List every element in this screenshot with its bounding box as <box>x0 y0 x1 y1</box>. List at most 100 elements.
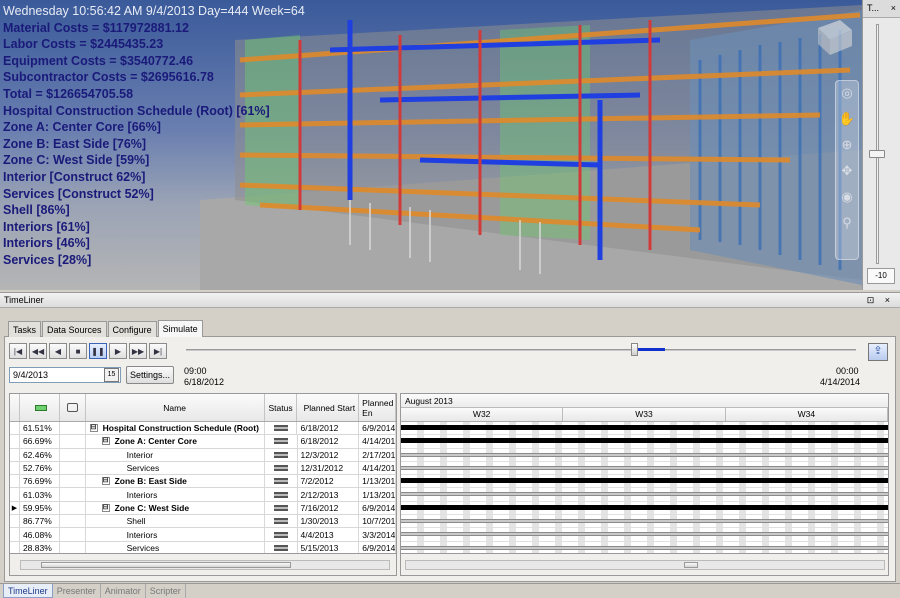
task-bar[interactable] <box>401 492 888 497</box>
comments-column-header[interactable] <box>60 394 86 421</box>
progress-cell: 66.69% <box>20 435 60 448</box>
planned-end-column-header[interactable]: Planned En <box>359 394 396 421</box>
gantt-scroll-thumb[interactable] <box>684 562 698 568</box>
task-bar[interactable] <box>401 519 888 524</box>
zoom-value-field[interactable]: -10 <box>867 268 895 284</box>
task-bar[interactable] <box>401 545 888 550</box>
timeliner-title: TimeLiner <box>4 295 44 305</box>
pan-hand-icon[interactable]: ✋ <box>836 111 858 133</box>
progress-cell: 61.03% <box>20 488 60 501</box>
window-tab-timeliner[interactable]: TimeLiner <box>3 584 53 598</box>
task-grid-scroll-track[interactable] <box>20 560 390 570</box>
calendar-icon[interactable]: 15 <box>104 368 119 382</box>
collapse-toggle-icon[interactable]: ⊟ <box>101 437 110 446</box>
zoom-slider-thumb[interactable] <box>869 150 885 158</box>
3d-viewport[interactable]: Wednesday 10:56:42 AM 9/4/2013 Day=444 W… <box>0 0 862 290</box>
table-row[interactable]: 61.03% Interiors 2/12/20131/13/2014 <box>10 488 396 502</box>
gantt-row <box>401 448 888 462</box>
stop-button[interactable]: ■ <box>69 343 87 359</box>
gantt-scroll-track[interactable] <box>405 560 885 570</box>
planned-start-cell: 4/4/2013 <box>298 528 360 541</box>
table-row[interactable]: 28.83% Services 5/15/2013 6/9/2014 <box>10 541 396 553</box>
table-row[interactable]: 52.76% Services 12/31/20124/14/2014 <box>10 461 396 476</box>
task-name: Interiors <box>126 489 158 500</box>
collapse-toggle-icon[interactable]: ⊟ <box>89 424 98 433</box>
status-cell <box>265 448 298 461</box>
task-grid-scrollbar[interactable] <box>9 554 397 576</box>
tab-simulate[interactable]: Simulate <box>157 320 203 337</box>
name-column-header[interactable]: Name <box>86 394 265 421</box>
collapse-toggle-icon[interactable]: ⊟ <box>101 477 110 486</box>
look-icon[interactable]: ◉ <box>836 189 858 211</box>
task-bar[interactable] <box>401 465 888 470</box>
export-movie-icon[interactable]: ⇪ <box>868 343 888 361</box>
step-forward-button[interactable]: ▶▶ <box>129 343 147 359</box>
bottom-window-tabs: TimeLiner Presenter Animator Scripter <box>0 583 900 598</box>
planned-end-cell: 6/9/2014 <box>359 501 396 515</box>
go-to-start-button[interactable]: |◀ <box>9 343 27 359</box>
walk-icon[interactable]: ⚲ <box>836 215 858 237</box>
status-cell <box>265 422 298 435</box>
zoom-slider-track[interactable] <box>876 24 879 264</box>
status-column-header[interactable]: Status <box>265 394 298 421</box>
tab-data-sources[interactable]: Data Sources <box>42 321 107 337</box>
gantt-scrollbar[interactable] <box>400 554 889 576</box>
window-tab-animator[interactable]: Animator <box>101 584 146 598</box>
gantt-row <box>401 461 888 476</box>
name-cell: Interiors <box>86 488 265 501</box>
table-row[interactable]: 62.46% Interior 12/3/20122/17/2014 <box>10 448 396 462</box>
pause-button[interactable]: ❚❚ <box>89 343 107 359</box>
window-tab-presenter[interactable]: Presenter <box>53 584 101 598</box>
planned-end-cell: 4/14/2014 <box>359 435 396 448</box>
tab-configure[interactable]: Configure <box>107 321 157 337</box>
status-cell <box>265 541 298 553</box>
go-to-end-button[interactable]: ▶| <box>149 343 167 359</box>
comments-cell <box>60 488 86 501</box>
tab-tasks[interactable]: Tasks <box>8 321 42 337</box>
comments-cell <box>60 422 86 435</box>
play-button[interactable]: ▶ <box>109 343 127 359</box>
summary-task-bar[interactable] <box>401 438 888 444</box>
table-row[interactable]: 66.69% ⊟ Zone A: Center Core 6/18/2012 4/14/… <box>10 435 396 449</box>
task-bar[interactable] <box>401 452 888 457</box>
progress-cell: 28.83% <box>20 541 60 553</box>
planned-start-cell: 7/2/2012 <box>298 475 360 488</box>
summary-task-bar[interactable] <box>401 425 888 430</box>
step-back-button[interactable]: ◀◀ <box>29 343 47 359</box>
orbit-icon[interactable]: ✥ <box>836 163 858 185</box>
table-row[interactable]: 76.69% ⊟ Zone B: East Side 7/2/2012 1/13/201… <box>10 475 396 489</box>
navigation-panel-title: T... × <box>863 0 900 18</box>
status-bar-icon <box>273 438 288 445</box>
summary-task-bar[interactable] <box>401 478 888 484</box>
status-cell <box>265 475 298 488</box>
simulation-timeline-track[interactable] <box>186 349 856 351</box>
playback-controls: |◀ ◀◀ ◀ ■ ❚❚ ▶ ▶▶ ▶| <box>9 343 169 359</box>
table-row[interactable]: 86.77% Shell 1/30/201310/7/2013 <box>10 515 396 529</box>
progress-column-header[interactable] <box>20 394 60 421</box>
navigation-panel-title-text: T... <box>867 3 880 13</box>
steering-wheel-icon[interactable]: ◎ <box>836 85 858 107</box>
task-grid-scroll-thumb[interactable] <box>41 562 291 568</box>
task-bar[interactable] <box>401 532 888 537</box>
close-icon[interactable]: × <box>891 3 896 17</box>
gantt-row <box>401 501 888 516</box>
planned-start-cell: 6/18/2012 <box>297 422 360 435</box>
window-tab-scripter[interactable]: Scripter <box>146 584 186 598</box>
settings-button[interactable]: Settings... <box>126 366 174 384</box>
overlay-date-header: Wednesday 10:56:42 AM 9/4/2013 Day=444 W… <box>3 4 305 18</box>
row-marker: ▶ <box>10 501 20 515</box>
pin-close-controls[interactable]: ⊡ × <box>867 295 894 306</box>
summary-task-bar[interactable] <box>401 504 888 510</box>
gantt-week-header: W32 W33 W34 <box>401 408 888 422</box>
collapse-toggle-icon[interactable]: ⊟ <box>101 503 110 512</box>
overlay-line: Services [28%] <box>3 252 92 267</box>
play-backward-button[interactable]: ◀ <box>49 343 67 359</box>
simulation-timeline-thumb[interactable] <box>630 343 638 356</box>
table-row[interactable]: 61.51% ⊟ Hospital Construction Schedule (R… <box>10 422 396 436</box>
name-cell: ⊟ Zone C: West Side <box>86 501 265 515</box>
planned-start-column-header[interactable]: Planned Start <box>297 394 360 421</box>
table-row[interactable]: ▶ 59.95% ⊟ Zone C: West Side 7/16/2012 6/9/20… <box>10 501 396 516</box>
zoom-window-icon[interactable]: ⊕ <box>836 137 858 159</box>
table-row[interactable]: 46.08% Interiors 4/4/2013 3/3/2014 <box>10 528 396 542</box>
progress-bar-icon <box>34 404 47 411</box>
